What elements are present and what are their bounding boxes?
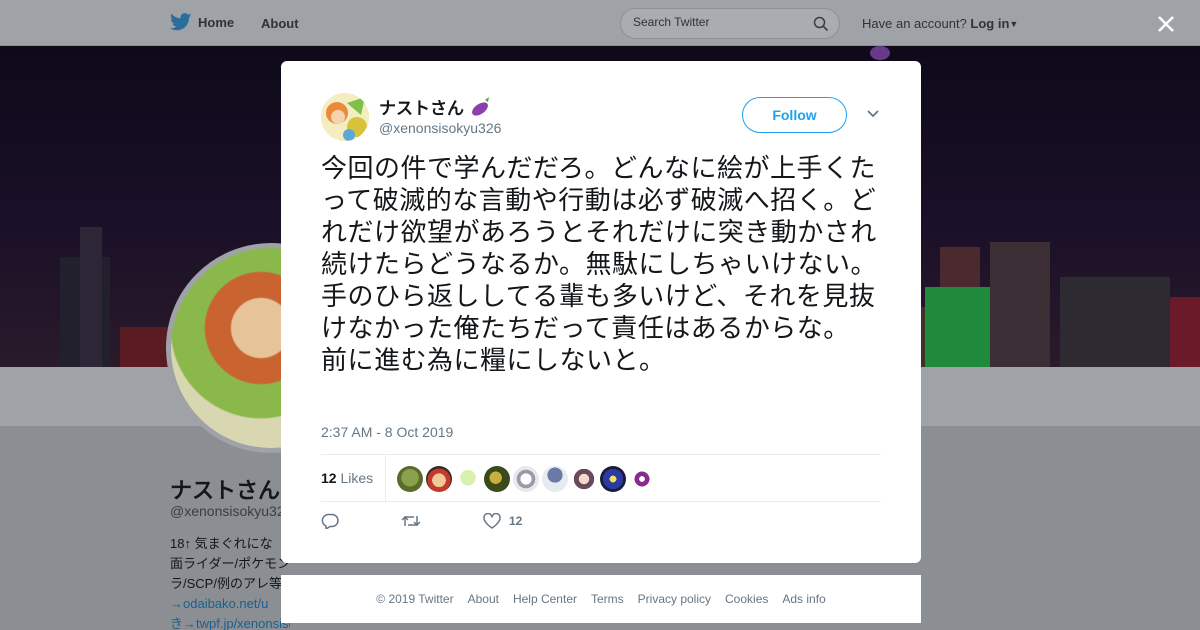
- likes-stat[interactable]: 12 Likes: [321, 470, 373, 486]
- chevron-down-icon[interactable]: [866, 109, 880, 119]
- liker-avatars: [397, 466, 655, 492]
- heart-icon: [483, 513, 501, 529]
- retweet-icon: [401, 515, 421, 527]
- retweet-button[interactable]: [401, 514, 421, 528]
- search-icon[interactable]: [813, 16, 829, 32]
- liker-avatar[interactable]: [629, 466, 655, 492]
- follow-button[interactable]: Follow: [742, 97, 847, 133]
- author-avatar[interactable]: [321, 93, 369, 141]
- liker-avatar[interactable]: [426, 466, 452, 492]
- stats-divider: [385, 455, 386, 502]
- chevron-down-icon[interactable]: ▼: [1009, 19, 1018, 29]
- liker-avatar[interactable]: [397, 466, 423, 492]
- author-name-text: ナストさん: [379, 99, 464, 118]
- search-input[interactable]: [633, 15, 803, 29]
- search-box[interactable]: [620, 8, 840, 39]
- author-name[interactable]: ナストさん: [379, 94, 491, 119]
- tweet-text: 今回の件で学んだだろ。どんなに絵が上手くたって破滅的な言動や行動は必ず破滅へ招く…: [321, 154, 877, 376]
- close-icon[interactable]: [1152, 10, 1180, 38]
- eggplant-icon: [472, 96, 489, 116]
- liker-avatar[interactable]: [571, 466, 597, 492]
- bio-line: ラ/SCP/例のアレ等: [170, 576, 282, 591]
- nav-home[interactable]: Home: [170, 13, 234, 31]
- footer-privacy-link[interactable]: Privacy policy: [638, 592, 711, 606]
- nav-home-label: Home: [198, 14, 235, 30]
- top-navigation-bar: Home About Have an account? Log in▼: [0, 0, 1200, 46]
- tweet-modal: ナストさん @xenonsisokyu326 Follow 今回の件で学んだだろ…: [281, 61, 921, 563]
- likes-label: Likes: [340, 470, 374, 486]
- profile-bio: 18↑ 気まぐれにな 面ライダー/ポケモン/sbrwks/マイク ラ/SCP/例…: [170, 534, 290, 630]
- tweet-timestamp[interactable]: 2:37 AM - 8 Oct 2019: [321, 424, 453, 440]
- tweet-actions: 12: [321, 513, 522, 529]
- liker-avatar[interactable]: [542, 466, 568, 492]
- bio-link[interactable]: き→twpf.jp/xenonsisokyu326 ナ｜コン: [170, 614, 290, 630]
- footer: © 2019 Twitter About Help Center Terms P…: [281, 575, 921, 623]
- footer-terms-link[interactable]: Terms: [591, 592, 624, 606]
- liker-avatar[interactable]: [600, 466, 626, 492]
- footer-help-center-link[interactable]: Help Center: [513, 592, 577, 606]
- liker-avatar[interactable]: [513, 466, 539, 492]
- footer-cookies-link[interactable]: Cookies: [725, 592, 768, 606]
- liker-avatar[interactable]: [484, 466, 510, 492]
- reply-button[interactable]: [321, 513, 339, 529]
- tweet-stats: 12 Likes: [321, 454, 881, 502]
- like-button[interactable]: 12: [483, 513, 522, 529]
- profile-name: ナストさん: [170, 478, 281, 503]
- like-count: 12: [509, 514, 523, 528]
- avatar-illustration: [321, 93, 369, 141]
- bio-link[interactable]: →odaibako.net/u: [170, 594, 290, 614]
- reply-icon: [321, 513, 339, 529]
- author-handle[interactable]: @xenonsisokyu326: [379, 120, 501, 136]
- login-link[interactable]: Log in: [970, 16, 1009, 31]
- likes-count: 12: [321, 470, 337, 486]
- bio-line: 18↑ 気まぐれにな: [170, 536, 273, 551]
- twitter-bird-icon: [170, 13, 192, 31]
- have-account-text: Have an account?: [862, 16, 967, 31]
- nav-about[interactable]: About: [261, 16, 299, 31]
- profile-handle: @xenonsisokyu32: [170, 503, 285, 519]
- account-prompt: Have an account? Log in▼: [862, 16, 1018, 31]
- liker-avatar[interactable]: [455, 466, 481, 492]
- footer-copyright: © 2019 Twitter: [376, 592, 454, 606]
- bio-line: 面ライダー/ポケモン/sbrwks/マイク: [170, 556, 290, 571]
- footer-about-link[interactable]: About: [468, 592, 499, 606]
- footer-ads-info-link[interactable]: Ads info: [782, 592, 825, 606]
